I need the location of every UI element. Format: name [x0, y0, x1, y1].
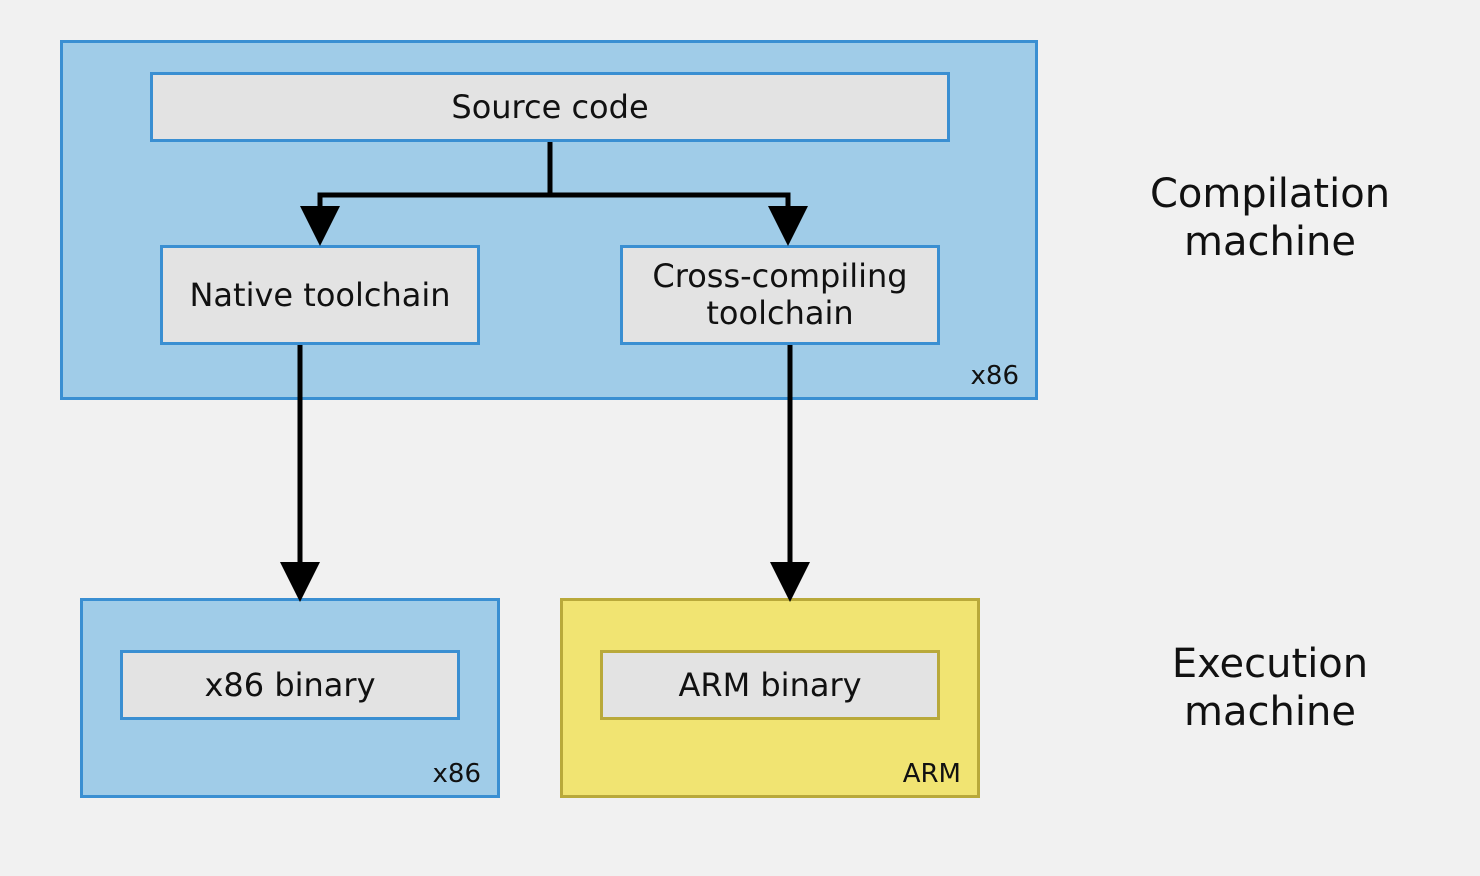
native-toolchain-box: Native toolchain — [160, 245, 480, 345]
execution-machine-label: Executionmachine — [1090, 640, 1450, 736]
source-code-box: Source code — [150, 72, 950, 142]
arm-binary-box: ARM binary — [600, 650, 940, 720]
cross-compiling-toolchain-box: Cross-compilingtoolchain — [620, 245, 940, 345]
execution-arm-arch-label: ARM — [903, 759, 961, 789]
x86-binary-box: x86 binary — [120, 650, 460, 720]
compilation-arch-label: x86 — [971, 361, 1019, 391]
execution-x86-arch-label: x86 — [433, 759, 481, 789]
diagram-stage: x86 Source code Native toolchain Cross-c… — [0, 0, 1480, 876]
compilation-machine-label: Compilationmachine — [1090, 170, 1450, 266]
